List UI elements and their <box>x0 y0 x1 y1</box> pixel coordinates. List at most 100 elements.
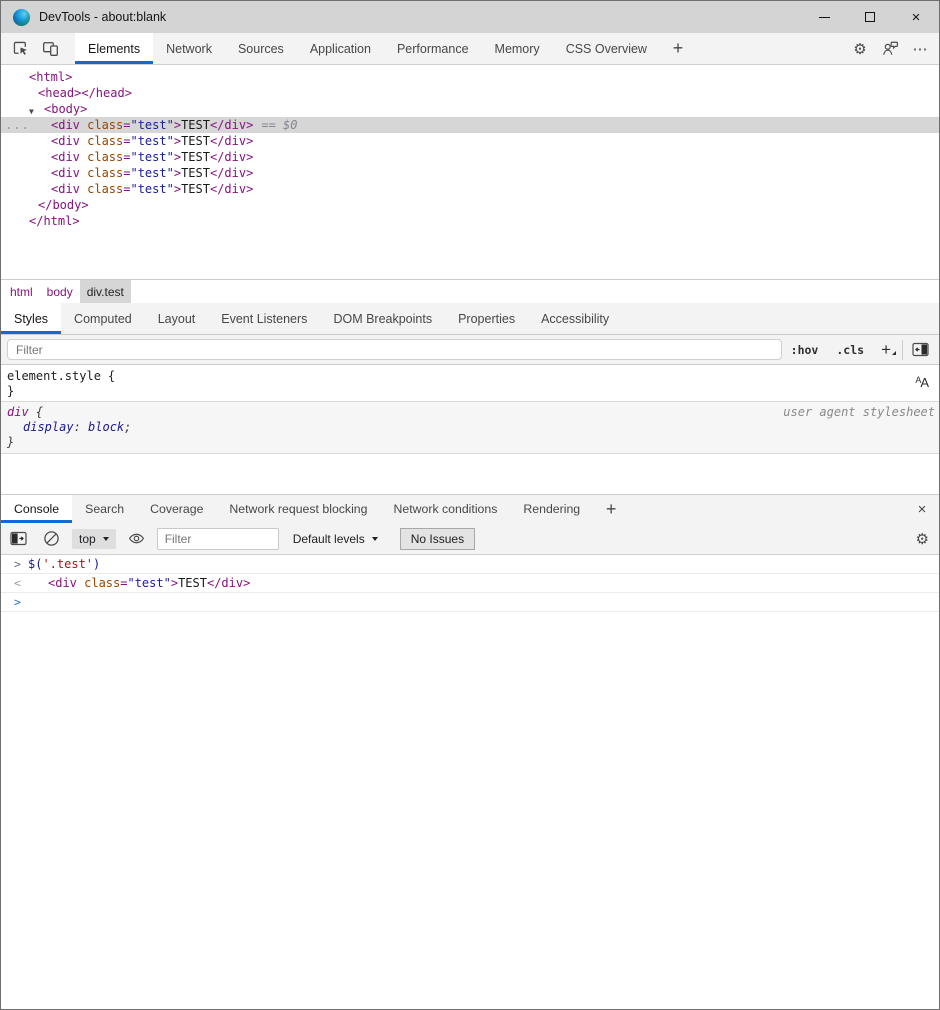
tab-memory[interactable]: Memory <box>482 33 553 64</box>
eye-icon <box>128 530 145 547</box>
settings-button[interactable]: ⚙ <box>845 33 875 64</box>
feedback-button[interactable] <box>875 33 905 64</box>
elements-dom-tree[interactable]: <html><head></head>▼<body>...<div class=… <box>1 65 939 279</box>
css-declaration[interactable]: display: block; <box>7 420 933 435</box>
tab-performance[interactable]: Performance <box>384 33 482 64</box>
code-token: '.test' <box>42 557 93 571</box>
drawer-tab-strip: ConsoleSearchCoverageNetwork request blo… <box>1 495 593 523</box>
code-token: class <box>87 118 123 132</box>
tab-computed[interactable]: Computed <box>61 303 145 334</box>
clear-console-button[interactable] <box>43 530 60 547</box>
toggle-computed-sidebar-button[interactable] <box>912 342 929 357</box>
window-title: DevTools - about:blank <box>39 10 166 24</box>
gear-icon: ⚙ <box>916 530 929 548</box>
close-brace: } <box>7 435 933 450</box>
drawer-tab-coverage[interactable]: Coverage <box>137 495 216 523</box>
panel-tabs: ElementsNetworkSourcesApplicationPerform… <box>75 33 660 64</box>
open-brace: { <box>108 369 115 383</box>
element-classes-button[interactable]: .cls <box>827 343 873 357</box>
dom-tree-row[interactable]: <html> <box>1 69 939 85</box>
minimize-button[interactable] <box>801 1 847 33</box>
add-panel-button[interactable]: + <box>660 33 696 64</box>
maximize-button[interactable] <box>847 1 893 33</box>
dom-tree-row[interactable]: <div class="test">TEST</div> <box>1 165 939 181</box>
drawer-tab-network-conditions[interactable]: Network conditions <box>381 495 511 523</box>
toggle-device-toolbar-button[interactable] <box>35 33 65 64</box>
code-token: TEST <box>178 576 207 590</box>
code-token: > <box>174 134 181 148</box>
tab-layout[interactable]: Layout <box>145 303 209 334</box>
code-token: > <box>174 166 181 180</box>
drawer-tab-network-request-blocking[interactable]: Network request blocking <box>216 495 380 523</box>
code-token: </div> <box>210 182 253 196</box>
drawer-tab-search[interactable]: Search <box>72 495 137 523</box>
prompt-chevron-icon: > <box>14 595 21 609</box>
show-console-sidebar-button[interactable] <box>10 531 27 546</box>
drawer-tab-console[interactable]: Console <box>1 495 72 523</box>
code-token: <div <box>51 134 87 148</box>
dom-tree-row[interactable]: </html> <box>1 213 939 229</box>
issues-counter-button[interactable]: No Issues <box>400 528 475 550</box>
code-token: TEST <box>181 150 210 164</box>
dom-tree-row[interactable]: <head></head> <box>1 85 939 101</box>
breadcrumb-div-test[interactable]: div.test <box>80 280 131 303</box>
more-options-button[interactable]: ⋯ <box>905 33 935 64</box>
javascript-context-select[interactable]: top <box>72 529 116 549</box>
close-button[interactable]: × <box>893 1 939 33</box>
toggle-element-state-button[interactable]: :hov <box>782 343 828 357</box>
menu-caret-icon <box>892 351 896 355</box>
styles-filter-input[interactable] <box>7 339 782 360</box>
close-drawer-button[interactable]: × <box>905 495 939 523</box>
new-style-rule-button[interactable]: + <box>873 340 902 360</box>
feedback-icon <box>882 40 899 57</box>
tab-network[interactable]: Network <box>153 33 225 64</box>
inspect-cursor-icon <box>12 40 29 57</box>
code-token: class <box>87 134 123 148</box>
open-brace: { <box>36 405 43 419</box>
tab-css-overview[interactable]: CSS Overview <box>553 33 660 64</box>
large-a: A <box>920 375 929 390</box>
font-size-toggle-icon[interactable]: AA <box>915 373 929 391</box>
dom-tree-row[interactable]: ▼<body> <box>1 101 939 117</box>
drawer-spacer <box>629 495 905 523</box>
tab-sources[interactable]: Sources <box>225 33 297 64</box>
edge-logo-icon <box>13 9 30 26</box>
tab-elements[interactable]: Elements <box>75 33 153 64</box>
code-token: TEST <box>181 166 210 180</box>
dom-tree-row[interactable]: </body> <box>1 197 939 213</box>
code-token: "test" <box>130 134 173 148</box>
console-prompt-row[interactable]: > <box>1 593 939 612</box>
tab-accessibility[interactable]: Accessibility <box>528 303 622 334</box>
plus-icon: + <box>881 340 891 359</box>
inspect-element-button[interactable] <box>5 33 35 64</box>
dom-tree-row[interactable]: <div class="test">TEST</div> <box>1 149 939 165</box>
code-token: </div> <box>210 118 253 132</box>
node-reference-label: == $0 <box>261 118 297 132</box>
inline-style-section[interactable]: element.style{ } AA <box>1 365 939 402</box>
dom-tree-row[interactable]: <div class="test">TEST</div> <box>1 133 939 149</box>
dom-tree-row[interactable]: ...<div class="test">TEST</div>== $0 <box>1 117 939 133</box>
console-toolbar: top Default levels No Issues ⚙ <box>1 523 939 555</box>
stylesheet-origin-label: user agent stylesheet <box>783 405 935 420</box>
drawer-tab-bar: ConsoleSearchCoverageNetwork request blo… <box>1 494 939 523</box>
user-agent-style-section: user agent stylesheet div{ display: bloc… <box>1 402 939 454</box>
device-toolbar-icon <box>42 40 59 57</box>
breadcrumb-body[interactable]: body <box>40 280 80 303</box>
breadcrumb-html[interactable]: html <box>3 280 40 303</box>
log-levels-select[interactable]: Default levels <box>293 532 378 546</box>
console-filter-input[interactable] <box>157 528 279 550</box>
console-settings-button[interactable]: ⚙ <box>916 530 929 548</box>
drawer-tab-rendering[interactable]: Rendering <box>510 495 593 523</box>
create-live-expression-button[interactable] <box>128 530 145 547</box>
tab-dom-breakpoints[interactable]: DOM Breakpoints <box>320 303 445 334</box>
dom-tree-row[interactable]: <div class="test">TEST</div> <box>1 181 939 197</box>
tab-properties[interactable]: Properties <box>445 303 528 334</box>
code-token: TEST <box>181 182 210 196</box>
code-token: <div <box>48 576 84 590</box>
add-drawer-tab-button[interactable]: + <box>593 495 629 523</box>
console-input-row[interactable]: >$('.test') <box>1 555 939 574</box>
code-token: ) <box>93 557 100 571</box>
tab-styles[interactable]: Styles <box>1 303 61 334</box>
tab-application[interactable]: Application <box>297 33 384 64</box>
tab-event-listeners[interactable]: Event Listeners <box>208 303 320 334</box>
